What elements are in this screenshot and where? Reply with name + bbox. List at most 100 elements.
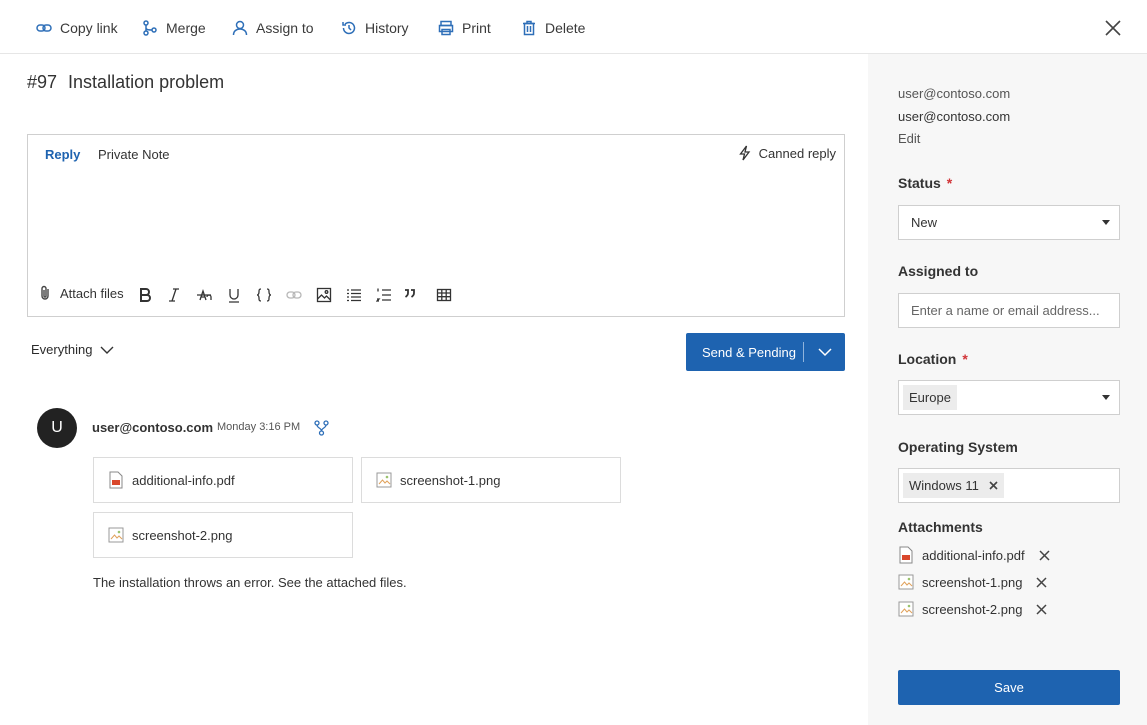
delete-button[interactable]: Delete (521, 18, 585, 38)
message-merge-button[interactable] (314, 420, 329, 436)
status-label: Status * (898, 175, 952, 191)
insert-link-button[interactable] (284, 285, 304, 305)
location-value: Europe (909, 390, 951, 405)
sidebar-attachment[interactable]: additional-info.pdf (898, 545, 1051, 565)
image-file-icon (376, 472, 392, 488)
attachment-name: screenshot-2.png (922, 601, 1023, 617)
paperclip-icon (41, 285, 49, 300)
numbered-list-button[interactable] (374, 285, 394, 305)
bulleted-list-icon (347, 289, 361, 302)
print-button[interactable]: Print (438, 18, 491, 38)
attach-files-label: Attach files (60, 285, 124, 301)
send-options-toggle[interactable] (804, 347, 845, 357)
lightning-icon (738, 145, 750, 161)
operating-system-field[interactable]: Windows 11 (898, 468, 1120, 503)
message-attachment[interactable]: screenshot-1.png (361, 457, 621, 503)
required-marker: * (946, 175, 953, 191)
quote-icon (404, 289, 415, 298)
save-button[interactable]: Save (898, 670, 1120, 705)
copy-link-label: Copy link (60, 20, 118, 36)
remove-attachment-button[interactable] (1039, 549, 1051, 561)
table-icon (436, 288, 452, 302)
image-icon (316, 287, 332, 303)
status-select[interactable]: New (898, 205, 1120, 240)
quote-button[interactable] (400, 285, 420, 305)
bulleted-list-button[interactable] (344, 285, 364, 305)
message-author: user@contoso.com (92, 420, 214, 435)
insert-table-button[interactable] (434, 285, 454, 305)
attachment-name: additional-info.pdf (922, 547, 1025, 563)
numbered-list-icon (376, 288, 391, 302)
close-icon (1036, 577, 1047, 588)
merge-icon (314, 420, 329, 436)
caret-down-icon (1102, 220, 1110, 225)
pdf-file-icon (899, 546, 913, 564)
strikethrough-button[interactable] (194, 285, 214, 305)
italic-button[interactable] (164, 285, 184, 305)
formatting-toolbar: Attach files (38, 285, 838, 305)
requester-email: user@contoso.com (898, 86, 1011, 101)
person-icon (232, 20, 248, 36)
ticket-number: #97 (27, 72, 58, 92)
underline-icon (229, 289, 239, 303)
close-icon (1036, 604, 1047, 615)
code-button[interactable] (254, 285, 274, 305)
reply-editor: Reply Private Note Canned reply Attach f… (27, 134, 845, 317)
tab-private-note[interactable]: Private Note (98, 147, 170, 162)
message-timestamp: Monday 3:16 PM (217, 421, 301, 433)
sidebar-attachment[interactable]: screenshot-1.png (898, 572, 1048, 592)
send-pending-label: Send & Pending (702, 344, 796, 360)
location-chip: Europe (903, 385, 957, 410)
operating-system-chip: Windows 11 (903, 473, 1004, 498)
attach-files-button[interactable]: Attach files (38, 285, 124, 301)
underline-button[interactable] (224, 285, 244, 305)
activity-filter-dropdown[interactable]: Everything (31, 342, 114, 357)
location-label: Location * (898, 351, 968, 367)
delete-label: Delete (545, 20, 586, 36)
canned-reply-button[interactable]: Canned reply (737, 145, 836, 161)
assigned-to-label: Assigned to (898, 263, 978, 279)
status-label-text: Status (898, 175, 941, 191)
merge-label: Merge (166, 20, 206, 36)
strikethrough-icon (197, 288, 212, 301)
close-icon[interactable] (989, 481, 998, 490)
assign-to-label: Assign to (256, 20, 314, 36)
history-icon (342, 21, 356, 35)
close-icon (1105, 20, 1121, 36)
assigned-to-input[interactable] (899, 294, 1119, 327)
attachments-label-text: Attachments (898, 519, 983, 535)
italic-icon (169, 288, 179, 302)
print-icon (438, 20, 454, 36)
ticket-properties-sidebar: user@contoso.com user@contoso.com Edit S… (868, 54, 1147, 725)
close-button[interactable] (1104, 19, 1122, 37)
attachment-name: screenshot-2.png (132, 527, 233, 543)
insert-image-button[interactable] (314, 285, 334, 305)
attachment-name: screenshot-1.png (922, 574, 1023, 590)
sidebar-attachment[interactable]: screenshot-2.png (898, 599, 1048, 619)
tab-reply[interactable]: Reply (45, 147, 80, 162)
history-label: History (365, 20, 409, 36)
required-marker: * (962, 351, 968, 367)
message-attachment[interactable]: screenshot-2.png (93, 512, 353, 558)
image-file-icon (108, 527, 124, 543)
bold-button[interactable] (135, 285, 155, 305)
trash-icon (523, 20, 535, 36)
attachment-name: additional-info.pdf (132, 472, 235, 488)
message-body: The installation throws an error. See th… (93, 575, 407, 590)
location-select[interactable]: Europe (898, 380, 1120, 415)
send-pending-button[interactable]: Send & Pending (686, 333, 845, 371)
edit-requester-link[interactable]: Edit (898, 131, 920, 146)
reply-text-area[interactable] (42, 175, 830, 275)
link-icon (286, 291, 302, 299)
bold-icon (140, 288, 151, 302)
attachments-label: Attachments (898, 519, 983, 535)
message-attachment[interactable]: additional-info.pdf (93, 457, 353, 503)
copy-link-button[interactable]: Copy link (36, 18, 118, 38)
attachment-name: screenshot-1.png (400, 472, 501, 488)
assign-to-button[interactable]: Assign to (232, 18, 314, 38)
activity-filter-label: Everything (31, 342, 93, 357)
remove-attachment-button[interactable] (1036, 603, 1048, 615)
merge-button[interactable]: Merge (142, 18, 206, 38)
history-button[interactable]: History (341, 18, 409, 38)
remove-attachment-button[interactable] (1036, 576, 1048, 588)
